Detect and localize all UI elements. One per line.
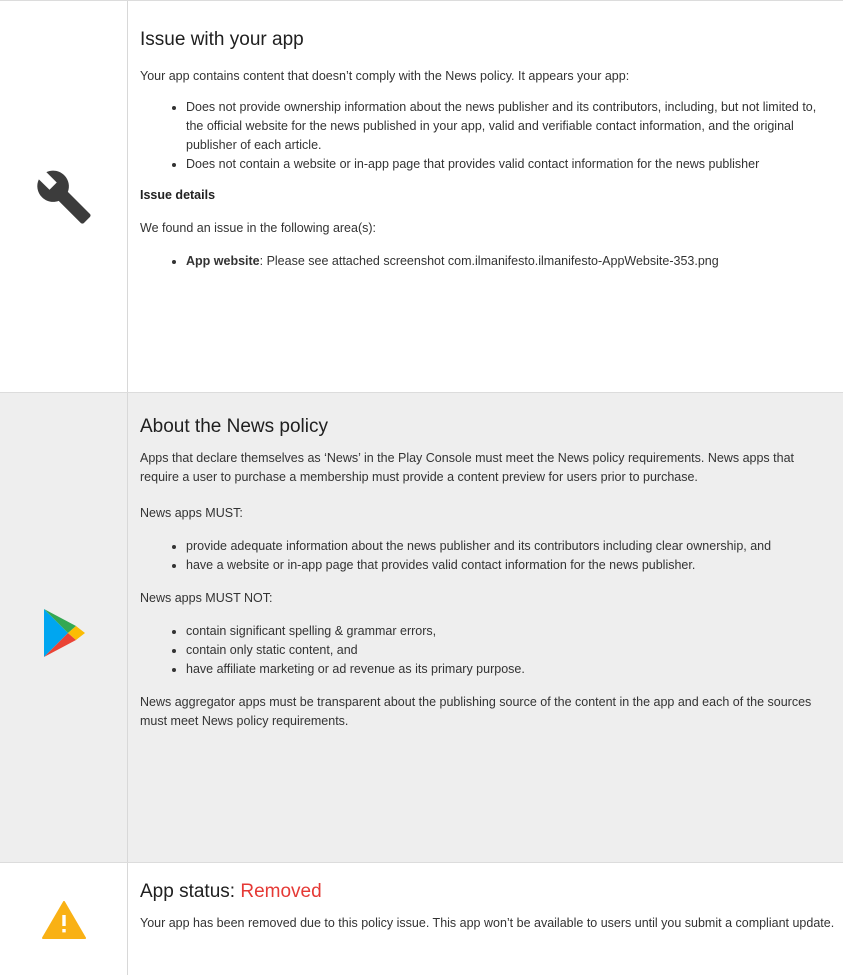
policy-must-not-list: contain significant spelling & grammar e…	[140, 622, 835, 679]
issue-section: Issue with your app Your app contains co…	[0, 0, 843, 392]
policy-email-page: Issue with your app Your app contains co…	[0, 0, 843, 975]
policy-icon-column	[0, 393, 128, 862]
google-play-icon	[42, 607, 86, 664]
issue-details-intro: We found an issue in the following area(…	[140, 221, 377, 235]
status-section: App status: Removed Your app has been re…	[0, 862, 843, 975]
policy-section: About the News policy Apps that declare …	[0, 392, 843, 862]
policy-title: About the News policy	[140, 416, 328, 437]
issue-bullet: Does not provide ownership information a…	[186, 98, 835, 155]
issue-detail-item: App website: Please see attached screens…	[186, 252, 835, 271]
issue-content: Issue with your app Your app contains co…	[140, 1, 835, 271]
warning-icon	[41, 900, 86, 944]
issue-details-list: App website: Please see attached screens…	[140, 252, 835, 271]
status-message: Your app has been removed due to this po…	[140, 916, 835, 930]
status-title-prefix: App status:	[140, 881, 241, 902]
status-content: App status: Removed Your app has been re…	[140, 863, 835, 933]
issue-intro: Your app contains content that doesn’t c…	[140, 69, 630, 83]
policy-must-heading: News apps MUST:	[140, 506, 243, 520]
issue-bullet: Does not contain a website or in-app pag…	[186, 155, 835, 174]
policy-must-not-item: contain significant spelling & grammar e…	[186, 622, 835, 641]
policy-must-item: have a website or in-app page that provi…	[186, 556, 835, 575]
policy-intro: Apps that declare themselves as ‘News’ i…	[140, 451, 795, 484]
policy-content: About the News policy Apps that declare …	[140, 393, 835, 731]
issue-details-heading: Issue details	[140, 188, 216, 202]
policy-must-not-item: contain only static content, and	[186, 641, 835, 660]
policy-must-list: provide adequate information about the n…	[140, 537, 835, 575]
issue-detail-label: App website	[186, 254, 260, 268]
issue-title: Issue with your app	[140, 29, 304, 50]
wrench-icon	[35, 168, 93, 231]
policy-must-not-heading: News apps MUST NOT:	[140, 591, 273, 605]
status-value-badge: Removed	[240, 881, 322, 902]
status-title: App status: Removed	[140, 880, 835, 904]
issue-bullet-list: Does not provide ownership information a…	[140, 98, 835, 174]
policy-must-not-item: have affiliate marketing or ad revenue a…	[186, 660, 835, 679]
status-icon-column	[0, 863, 128, 975]
policy-aggregator-note: News aggregator apps must be transparent…	[140, 695, 812, 728]
issue-detail-text: : Please see attached screenshot com.ilm…	[259, 254, 719, 268]
issue-icon-column	[0, 1, 128, 392]
policy-must-item: provide adequate information about the n…	[186, 537, 835, 556]
